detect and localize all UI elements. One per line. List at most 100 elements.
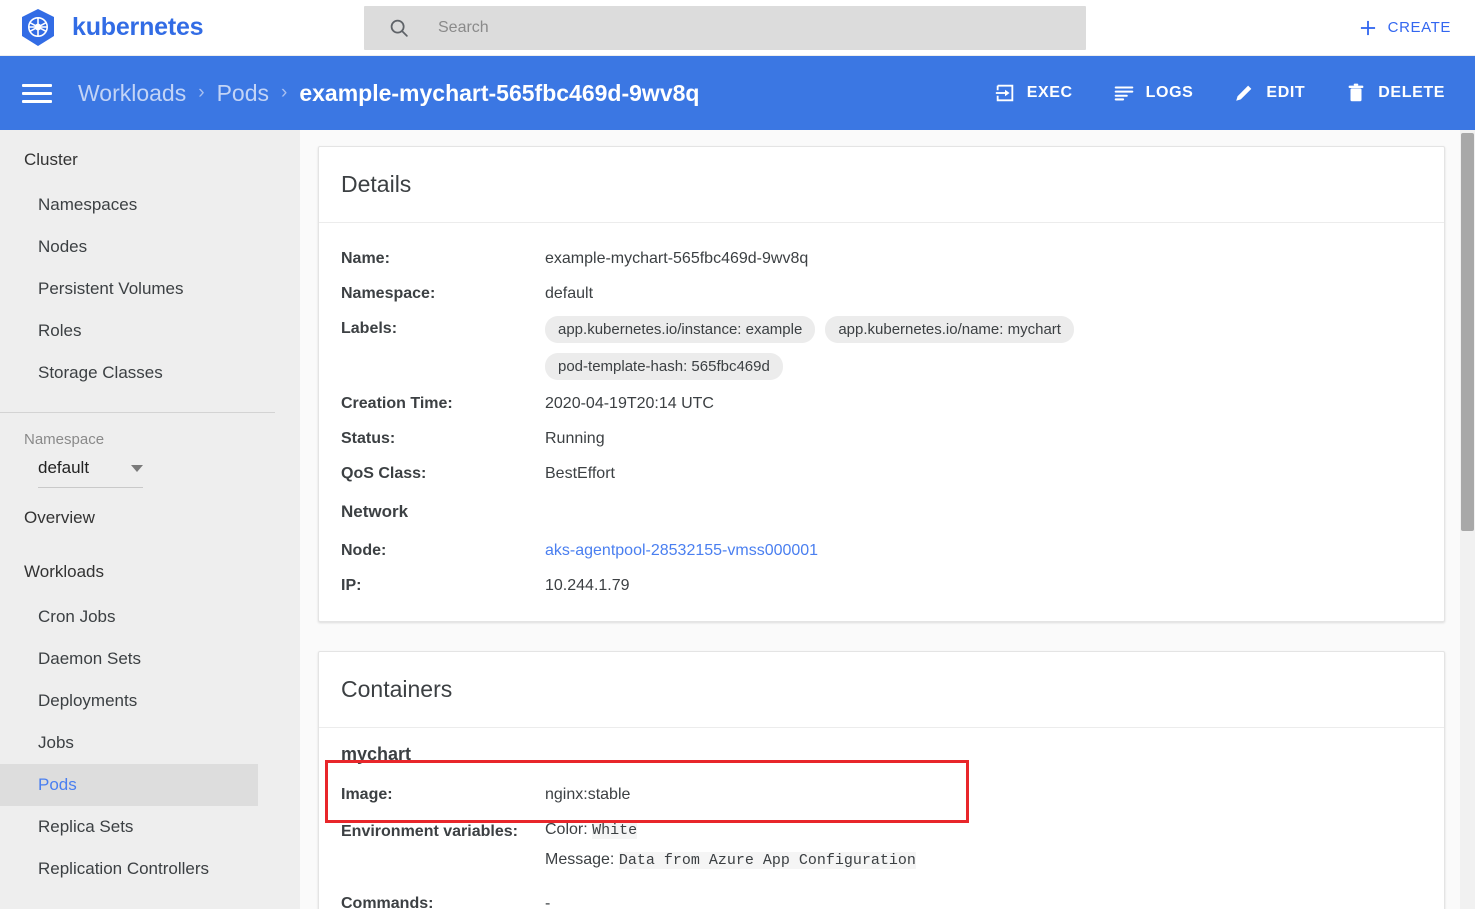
details-card-body: Name: example-mychart-565fbc469d-9wv8q N… <box>319 223 1444 621</box>
environment-variable-item: Color: White <box>545 816 916 844</box>
env-value: Data from Azure App Configuration <box>618 852 916 869</box>
sidebar-item-replica-sets[interactable]: Replica Sets <box>0 806 300 848</box>
sidebar-item-persistent-volumes[interactable]: Persistent Volumes <box>0 268 300 310</box>
sidebar: Cluster Namespaces Nodes Persistent Volu… <box>0 130 300 909</box>
create-button-label: CREATE <box>1387 19 1451 36</box>
detail-row-qos-class: QoS Class: BestEffort <box>319 456 1444 491</box>
chevron-down-icon <box>131 464 143 472</box>
label-chip-list: app.kubernetes.io/instance: example app.… <box>545 311 1185 386</box>
kubernetes-helm-wheel-icon <box>22 8 54 46</box>
namespace-select[interactable]: default <box>38 458 143 488</box>
containers-card-body: mychart Image: nginx:stable Environment … <box>319 728 1444 909</box>
edit-button-label: EDIT <box>1266 84 1306 101</box>
detail-key-name: Name: <box>341 250 390 267</box>
sidebar-item-roles[interactable]: Roles <box>0 310 300 352</box>
logs-button[interactable]: LOGS <box>1113 82 1194 104</box>
detail-key-status: Status: <box>341 430 396 447</box>
label-chip[interactable]: app.kubernetes.io/name: mychart <box>825 316 1074 343</box>
hamburger-menu-icon[interactable] <box>22 79 52 108</box>
container-row-image: Image: nginx:stable <box>319 777 1444 812</box>
env-value: White <box>592 822 638 839</box>
delete-button[interactable]: DELETE <box>1345 82 1445 104</box>
details-card: Details Name: example-mychart-565fbc469d… <box>318 146 1445 622</box>
detail-row-name: Name: example-mychart-565fbc469d-9wv8q <box>319 241 1444 276</box>
container-key-environment-variables: Environment variables: <box>341 823 518 840</box>
breadcrumb-item-workloads[interactable]: Workloads <box>78 80 186 107</box>
containers-card: Containers mychart Image: nginx:stable E… <box>318 651 1445 909</box>
edit-button[interactable]: EDIT <box>1233 82 1305 104</box>
sidebar-header-cluster: Cluster <box>24 150 78 169</box>
exec-button-label: EXEC <box>1026 84 1073 101</box>
breadcrumb: Workloads › Pods › example-mychart-565fb… <box>78 80 699 107</box>
detail-value-creation-time: 2020-04-19T20:14 UTC <box>545 395 714 412</box>
detail-key-creation-time: Creation Time: <box>341 395 453 412</box>
detail-value-node-link[interactable]: aks-agentpool-28532155-vmss000001 <box>545 533 818 568</box>
sidebar-item-namespaces[interactable]: Namespaces <box>0 184 300 226</box>
sidebar-item-storage-classes[interactable]: Storage Classes <box>0 352 300 394</box>
sidebar-header-workloads: Workloads <box>24 562 104 581</box>
search-icon <box>390 19 408 37</box>
breadcrumb-item-current: example-mychart-565fbc469d-9wv8q <box>299 79 700 106</box>
detail-row-node: Node: aks-agentpool-28532155-vmss000001 <box>319 533 1444 568</box>
brand[interactable]: kubernetes <box>0 6 364 50</box>
detail-row-namespace: Namespace: default <box>319 276 1444 311</box>
detail-key-ip: IP: <box>341 577 362 594</box>
detail-value-status: Running <box>545 430 605 447</box>
exec-arrow-into-box-icon <box>995 84 1013 102</box>
top-bar: kubernetes CREATE <box>0 0 1475 56</box>
env-key: Color: <box>545 821 588 838</box>
search-input[interactable] <box>438 18 998 37</box>
brand-label: kubernetes <box>72 13 204 41</box>
delete-button-label: DELETE <box>1378 84 1445 101</box>
detail-key-node: Node: <box>341 542 387 559</box>
namespace-selected-value: default <box>38 458 90 477</box>
container-value-commands: - <box>545 895 551 909</box>
action-bar: Workloads › Pods › example-mychart-565fb… <box>0 56 1475 130</box>
container-name: mychart <box>341 744 412 764</box>
detail-row-ip: IP: 10.244.1.79 <box>319 568 1444 603</box>
details-card-title: Details <box>319 147 1444 223</box>
sidebar-item-pods[interactable]: Pods <box>0 764 258 806</box>
label-chip[interactable]: pod-template-hash: 565fbc469d <box>545 353 783 380</box>
label-chip[interactable]: app.kubernetes.io/instance: example <box>545 316 816 343</box>
network-section-header: Network <box>341 502 409 521</box>
container-key-image: Image: <box>341 786 393 803</box>
breadcrumb-separator: › <box>198 82 205 103</box>
detail-row-labels: Labels: app.kubernetes.io/instance: exam… <box>319 311 1444 386</box>
sidebar-header-overview[interactable]: Overview <box>0 488 300 542</box>
action-buttons: EXEC LOGS EDIT DELETE <box>994 82 1445 104</box>
main-content: Details Name: example-mychart-565fbc469d… <box>300 130 1475 909</box>
env-key: Message: <box>545 851 615 868</box>
detail-key-namespace: Namespace: <box>341 285 436 302</box>
trash-delete-icon <box>1348 83 1364 102</box>
create-button[interactable]: CREATE <box>1358 18 1451 38</box>
detail-value-name: example-mychart-565fbc469d-9wv8q <box>545 250 809 267</box>
sidebar-item-cron-jobs[interactable]: Cron Jobs <box>0 596 300 638</box>
logs-lines-icon <box>1114 86 1133 101</box>
breadcrumb-separator: › <box>281 82 288 103</box>
sidebar-item-jobs[interactable]: Jobs <box>0 722 300 764</box>
container-row-commands: Commands: - <box>319 886 1444 909</box>
sidebar-item-daemon-sets[interactable]: Daemon Sets <box>0 638 300 680</box>
namespace-label: Namespace <box>24 431 105 448</box>
environment-variable-list: Color: White Message: Data from Azure Ap… <box>545 812 916 874</box>
logs-button-label: LOGS <box>1145 84 1194 101</box>
sidebar-item-nodes[interactable]: Nodes <box>0 226 300 268</box>
plus-icon <box>1360 20 1375 35</box>
container-value-image: nginx:stable <box>545 786 631 803</box>
sidebar-item-replication-controllers[interactable]: Replication Controllers <box>0 848 300 890</box>
container-key-commands: Commands: <box>341 895 434 909</box>
detail-key-qos-class: QoS Class: <box>341 465 427 482</box>
environment-variable-item: Message: Data from Azure App Configurati… <box>545 846 916 874</box>
pencil-edit-icon <box>1236 85 1252 101</box>
detail-row-status: Status: Running <box>319 421 1444 456</box>
sidebar-item-deployments[interactable]: Deployments <box>0 680 300 722</box>
exec-button[interactable]: EXEC <box>994 82 1073 104</box>
breadcrumb-item-pods[interactable]: Pods <box>217 80 269 107</box>
detail-value-namespace: default <box>545 285 594 302</box>
detail-row-creation-time: Creation Time: 2020-04-19T20:14 UTC <box>319 386 1444 421</box>
page-scrollbar-thumb[interactable] <box>1461 133 1474 531</box>
search-bar[interactable] <box>364 5 1086 50</box>
containers-card-title: Containers <box>319 652 1444 728</box>
detail-value-qos-class: BestEffort <box>545 465 615 482</box>
